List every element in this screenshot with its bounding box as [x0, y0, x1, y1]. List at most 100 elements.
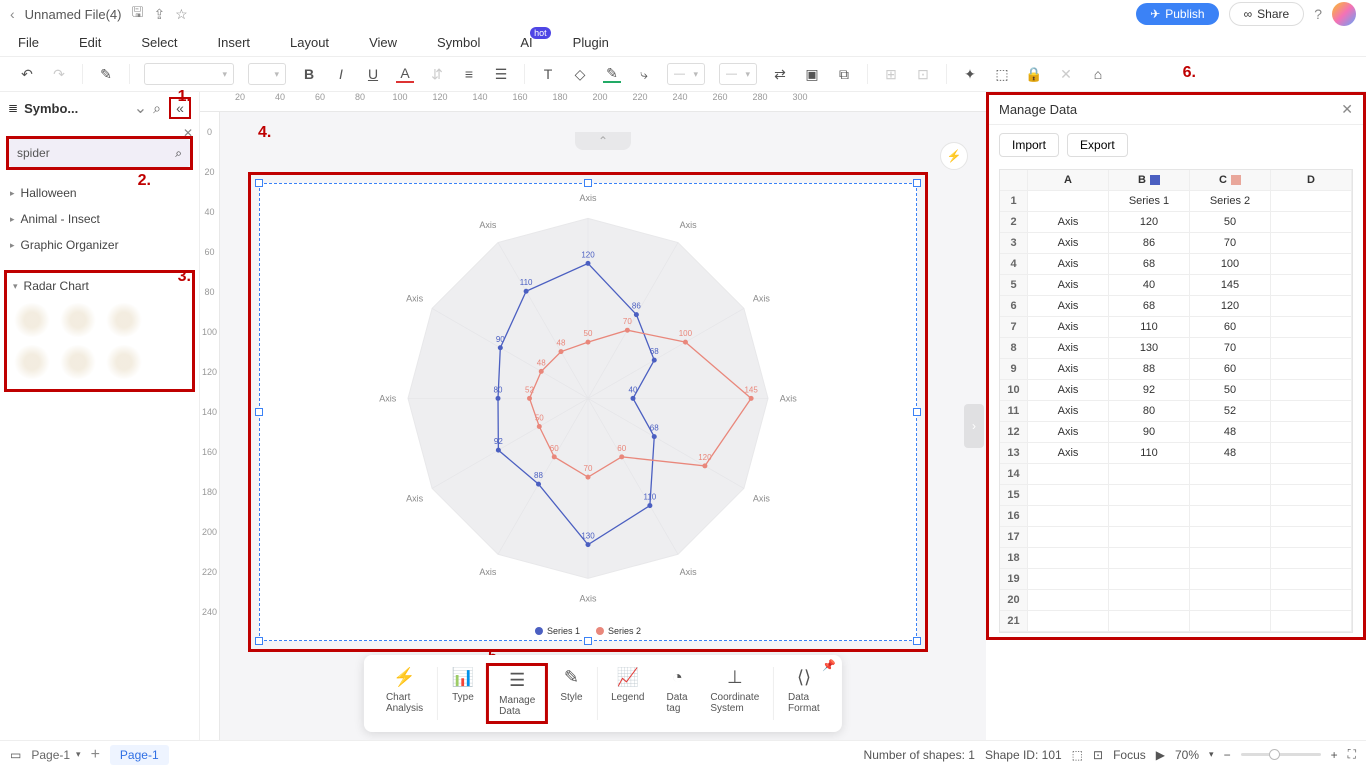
zoom-slider[interactable]: [1241, 753, 1321, 756]
svg-text:68: 68: [650, 424, 659, 433]
watermark-icon: ⚡: [940, 142, 968, 170]
connector-icon[interactable]: ⤷: [635, 65, 653, 83]
effects-icon[interactable]: ✦: [961, 65, 979, 83]
line-style-select[interactable]: —▾: [667, 63, 705, 85]
coord-system-button[interactable]: ⊥Coordinate System: [700, 663, 769, 724]
format-painter-icon[interactable]: ✎: [97, 65, 115, 83]
pin-icon[interactable]: 📌: [822, 659, 836, 672]
zoom-in-icon[interactable]: +: [1331, 748, 1338, 762]
legend-dot-1: [535, 627, 543, 635]
preview-icon[interactable]: ⌂: [1089, 65, 1107, 83]
zoom-out-icon[interactable]: −: [1224, 748, 1231, 762]
radar-chart-selection[interactable]: AxisAxisAxisAxisAxisAxisAxisAxisAxisAxis…: [248, 172, 928, 652]
font-color-icon[interactable]: A: [396, 65, 414, 83]
menu-file[interactable]: File: [18, 35, 39, 50]
category-halloween[interactable]: ▸Halloween: [10, 180, 189, 206]
menu-symbol[interactable]: Symbol: [437, 35, 480, 50]
category-graphic-organizer[interactable]: ▸Graphic Organizer: [10, 232, 189, 258]
export-icon[interactable]: ⇪: [153, 6, 165, 23]
menu-view[interactable]: View: [369, 35, 397, 50]
font-family-select[interactable]: ▾: [144, 63, 234, 85]
svg-text:110: 110: [643, 493, 656, 502]
menu-ai[interactable]: AIhot: [520, 35, 532, 50]
category-animal-insect[interactable]: ▸Animal - Insect: [10, 206, 189, 232]
star-icon[interactable]: ☆: [175, 6, 188, 23]
expand-right-button[interactable]: ›: [964, 404, 984, 448]
focus-label[interactable]: Focus: [1113, 748, 1146, 762]
page-tab[interactable]: Page-1: [110, 745, 169, 765]
menu-edit[interactable]: Edit: [79, 35, 101, 50]
library-dropdown-icon[interactable]: ⌄: [134, 98, 147, 118]
tools-icon[interactable]: ✕: [1057, 65, 1075, 83]
shadow-icon[interactable]: ▣: [803, 65, 821, 83]
play-icon[interactable]: ▶: [1156, 748, 1165, 762]
underline-icon[interactable]: U: [364, 65, 382, 83]
radar-chart-shape-4[interactable]: [13, 345, 51, 379]
distribute-icon[interactable]: ⊡: [914, 65, 932, 83]
data-tag-button[interactable]: ◔Data tag: [657, 663, 699, 724]
menu-layout[interactable]: Layout: [290, 35, 329, 50]
avatar[interactable]: [1332, 2, 1356, 26]
svg-text:100: 100: [679, 329, 693, 338]
canvas[interactable]: ⌃ ⚡ › 4. AxisAxisAxisAxisAxisAxisAxisAxi…: [220, 112, 986, 740]
save-icon[interactable]: 🖫: [132, 2, 144, 26]
search-toggle-icon[interactable]: ⌕: [153, 100, 161, 117]
search-input[interactable]: [17, 146, 175, 160]
collapse-top-button[interactable]: ⌃: [575, 132, 631, 150]
line-weight-select[interactable]: —▾: [719, 63, 757, 85]
align-vertical-icon[interactable]: ☰: [492, 65, 510, 83]
redo-icon[interactable]: ↷: [50, 65, 68, 83]
radar-chart-shape-3[interactable]: [105, 303, 143, 337]
help-icon[interactable]: ?: [1314, 6, 1322, 22]
arrow-style-icon[interactable]: ⇄: [771, 65, 789, 83]
radar-chart-shape-6[interactable]: [105, 345, 143, 379]
category-radar-chart[interactable]: ▾Radar Chart: [13, 277, 186, 295]
line-color-icon[interactable]: ✎: [603, 65, 621, 83]
radar-chart-shape-2[interactable]: [59, 303, 97, 337]
import-button[interactable]: Import: [999, 133, 1059, 157]
radar-chart-shape-5[interactable]: [59, 345, 97, 379]
chart-type-button[interactable]: 📊Type: [442, 663, 484, 724]
text-direction-icon[interactable]: ⇵: [428, 65, 446, 83]
align-left-icon[interactable]: ≡: [460, 65, 478, 83]
page-selector[interactable]: Page-1▾: [31, 748, 80, 762]
lock-icon[interactable]: 🔒: [1025, 65, 1043, 83]
manage-data-icon: ☰: [509, 670, 525, 691]
share-button[interactable]: ∞ Share: [1229, 2, 1305, 26]
back-icon[interactable]: ‹: [10, 6, 15, 22]
export-button[interactable]: Export: [1067, 133, 1128, 157]
fill-icon[interactable]: ◇: [571, 65, 589, 83]
radar-chart-shape-1[interactable]: [13, 303, 51, 337]
manage-data-button[interactable]: ☰Manage Data: [486, 663, 548, 724]
chart-style-button[interactable]: ✎Style: [550, 663, 592, 724]
italic-icon[interactable]: I: [332, 65, 350, 83]
text-tool-icon[interactable]: T: [539, 65, 557, 83]
close-search-icon[interactable]: ✕: [183, 126, 193, 140]
bold-icon[interactable]: B: [300, 65, 318, 83]
add-page-button[interactable]: +: [91, 746, 100, 764]
hot-badge: hot: [530, 27, 551, 39]
zoom-level[interactable]: 70%: [1175, 748, 1199, 762]
publish-button[interactable]: ✈ Publish: [1136, 3, 1218, 25]
layer-icon[interactable]: ⧉: [835, 65, 853, 83]
align-icon[interactable]: ⊞: [882, 65, 900, 83]
data-format-button[interactable]: ⟨⟩Data Format: [778, 663, 830, 724]
menu-plugin[interactable]: Plugin: [573, 35, 609, 50]
menu-insert[interactable]: Insert: [218, 35, 251, 50]
fullscreen-icon[interactable]: ⛶: [1348, 747, 1356, 762]
close-panel-icon[interactable]: ✕: [1341, 101, 1353, 118]
crop-icon[interactable]: ⬚: [993, 65, 1011, 83]
svg-text:52: 52: [525, 385, 534, 394]
svg-text:80: 80: [494, 385, 503, 394]
font-size-select[interactable]: ▾: [248, 63, 286, 85]
undo-icon[interactable]: ↶: [18, 65, 36, 83]
chart-analysis-button[interactable]: ⚡Chart Analysis: [376, 663, 433, 724]
search-icon[interactable]: ⌕: [175, 146, 182, 161]
layers-status-icon[interactable]: ⬚: [1072, 748, 1083, 762]
outline-icon[interactable]: ▭: [10, 748, 21, 762]
menu-select[interactable]: Select: [141, 35, 177, 50]
legend-button[interactable]: 📈Legend: [601, 663, 654, 724]
data-table[interactable]: ABCD1Series 1Series 22Axis120503Axis8670…: [999, 169, 1353, 633]
svg-text:120: 120: [581, 250, 595, 259]
focus-icon[interactable]: ⊡: [1093, 748, 1103, 762]
